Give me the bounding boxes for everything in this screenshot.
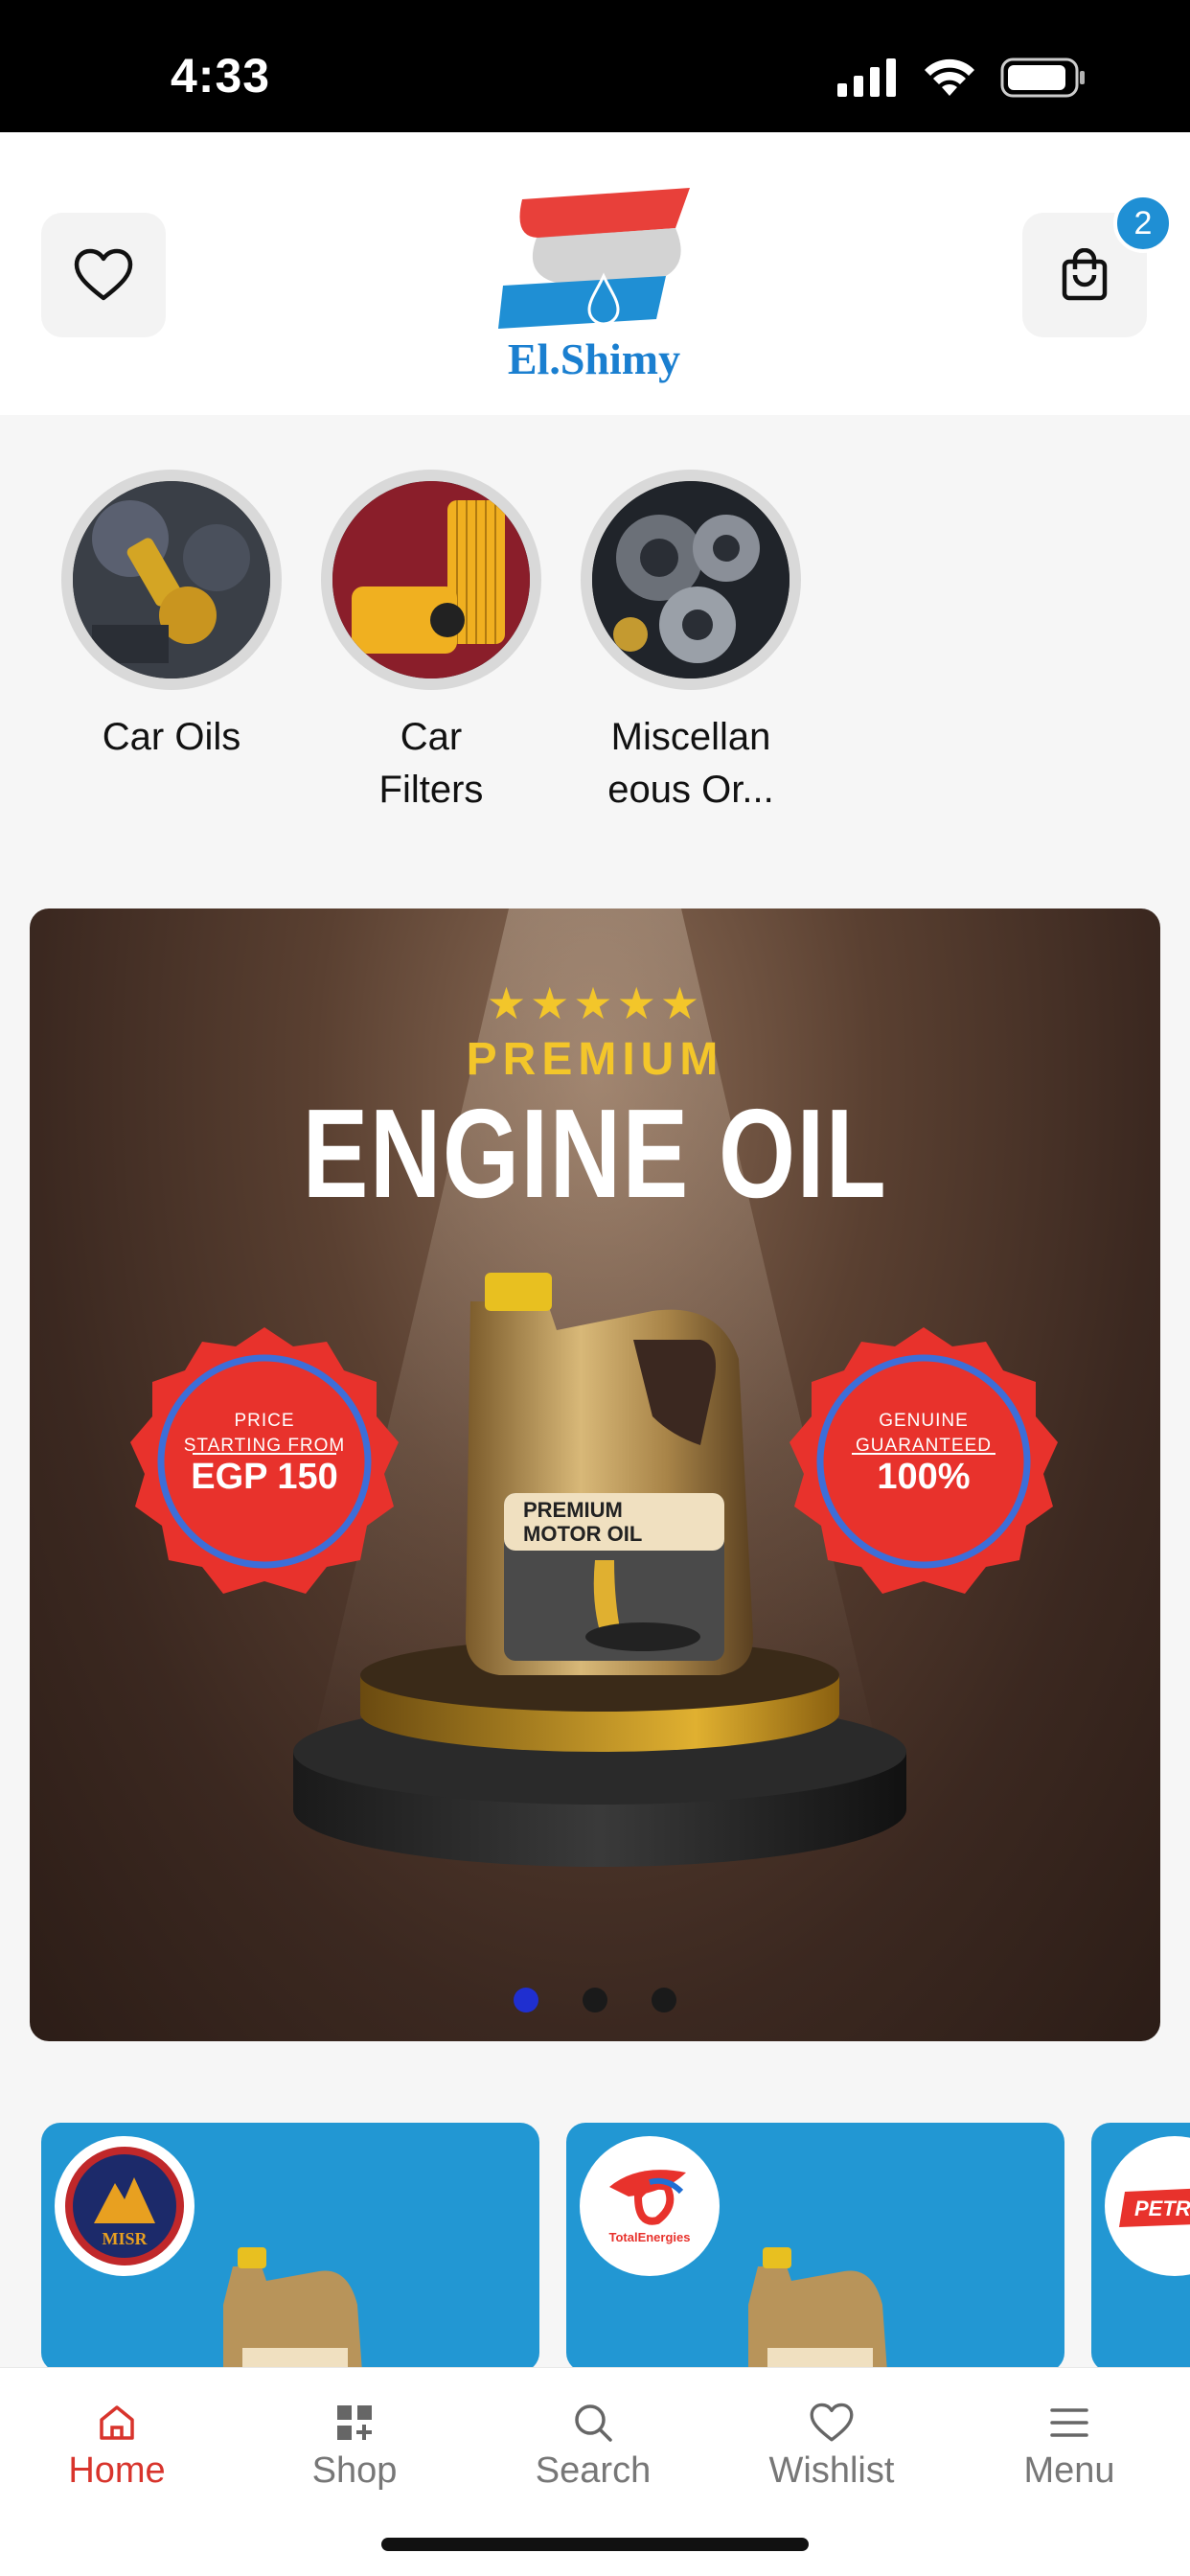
carousel-pagination (30, 1988, 1160, 2012)
rating-stars: ★★★★★ (486, 978, 704, 1028)
category-label: Car Filters (378, 716, 484, 811)
signal-icon (837, 58, 896, 97)
status-time: 4:33 (171, 49, 271, 103)
svg-text:MOTOR OIL: MOTOR OIL (523, 1522, 642, 1546)
oil-jug-image: PREMIUM MOTOR OIL (293, 1273, 906, 1867)
category-label: Miscellan eous Or... (607, 716, 774, 811)
shopping-bag-icon (1062, 248, 1108, 301)
category-image-miscellaneous (581, 470, 801, 690)
logo-text: El.Shimy (507, 334, 681, 383)
battery-icon (1000, 58, 1085, 98)
carousel-dot[interactable] (583, 1988, 607, 2012)
banner-premium-text: PREMIUM (466, 1034, 724, 1085)
brand-product-image (223, 2247, 362, 2372)
brand-card-petro[interactable]: PETRO (1091, 2123, 1190, 2372)
brand-list: MISR TotalEnergies PETR (0, 2123, 1190, 2372)
menu-icon (1050, 2408, 1088, 2437)
cart-count-badge: 2 (1113, 194, 1173, 253)
brand-logo-totalenergies: TotalEnergies (580, 2136, 720, 2276)
svg-text:MISR: MISR (102, 2229, 148, 2248)
app-screen: 4:33 El.Shimy 2 Car Oils Car Filters Mis… (0, 0, 1190, 2576)
tab-label: Wishlist (768, 2450, 895, 2491)
category-car-filters[interactable]: Car Filters (316, 470, 546, 816)
tab-label: Search (535, 2450, 652, 2491)
carousel-dot[interactable] (514, 1988, 538, 2012)
heart-icon (810, 2403, 854, 2442)
tab-label: Menu (1023, 2450, 1115, 2491)
tab-search[interactable]: Search (497, 2399, 689, 2492)
home-indicator (381, 2538, 809, 2551)
app-header: El.Shimy 2 (0, 132, 1190, 415)
category-label: Car Oils (102, 716, 241, 758)
brand-card-misr[interactable]: MISR (41, 2123, 539, 2372)
svg-text:TotalEnergies: TotalEnergies (608, 2230, 690, 2244)
svg-text:PETRO: PETRO (1134, 2196, 1190, 2220)
status-bar: 4:33 (0, 0, 1190, 132)
category-image-car-filters (321, 470, 541, 690)
category-image-car-oils (61, 470, 282, 690)
brand-card-totalenergies[interactable]: TotalEnergies (566, 2123, 1064, 2372)
banner-title: ENGINE OIL (302, 1083, 888, 1224)
search-icon (575, 2404, 612, 2442)
heart-icon (74, 248, 133, 301)
tab-label: Home (68, 2450, 166, 2491)
wishlist-header-button[interactable] (41, 213, 166, 337)
wifi-icon (925, 58, 974, 96)
promo-banner-carousel[interactable]: ★★★★★ PREMIUM ENGINE OIL PRICE STARTING … (30, 908, 1160, 2041)
tab-menu[interactable]: Menu (973, 2399, 1165, 2492)
category-car-oils[interactable]: Car Oils (57, 470, 286, 764)
carousel-dot[interactable] (652, 1988, 676, 2012)
tab-shop[interactable]: Shop (259, 2399, 450, 2492)
tab-label: Shop (311, 2450, 398, 2491)
brand-logo-petro: PETRO (1105, 2136, 1190, 2276)
tab-wishlist[interactable]: Wishlist (736, 2399, 927, 2492)
brand-product-image (748, 2247, 887, 2372)
tab-home[interactable]: Home (21, 2399, 213, 2492)
home-icon (100, 2405, 134, 2440)
category-miscellaneous[interactable]: Miscellan eous Or... (576, 470, 806, 816)
svg-text:PREMIUM: PREMIUM (523, 1498, 623, 1522)
grid-plus-icon (337, 2405, 372, 2440)
category-list: Car Oils Car Filters Miscellan eous Or..… (0, 470, 1190, 815)
brand-logo-misr: MISR (55, 2136, 195, 2276)
status-icons (837, 58, 1087, 98)
